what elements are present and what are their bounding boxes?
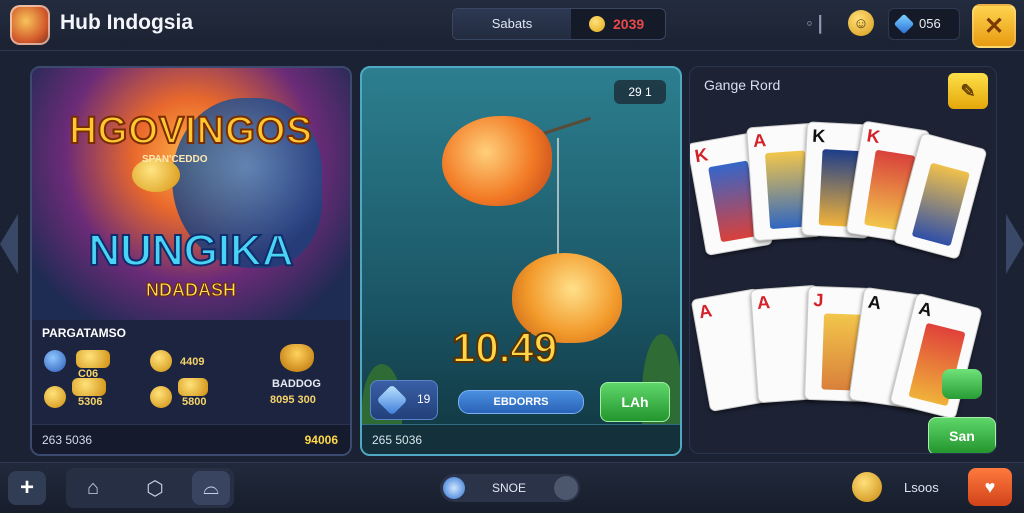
- shield-button-label: 19: [417, 392, 431, 406]
- slots-title-top: HGOVINGOS: [68, 109, 313, 153]
- card-face-art: [911, 162, 970, 247]
- shield-icon: [376, 384, 408, 416]
- edit-pin-icon[interactable]: ✎: [948, 73, 988, 109]
- blue-token-icon: [44, 350, 66, 372]
- gold-coin-icon: [150, 350, 172, 372]
- slots-footer-right: 94006: [304, 433, 338, 447]
- gold-coin-icon: [150, 386, 172, 408]
- fishing-game-card[interactable]: 29 1 10.49 19 EBDORRS LAh 265 5036: [360, 66, 682, 456]
- bottom-right-label: Lsoos: [904, 480, 939, 495]
- slots-subtitle-main: NDADASH: [146, 280, 237, 301]
- gem-balance[interactable]: 056: [888, 8, 960, 40]
- heart-button[interactable]: ♥: [968, 468, 1012, 506]
- reward-value: 5800: [182, 396, 207, 408]
- box-icon[interactable]: ⬡: [136, 471, 174, 505]
- card-game-title: Gange Rord: [704, 77, 781, 93]
- scroll-right-arrow[interactable]: [1006, 214, 1024, 274]
- fishing-badge: 29 1: [614, 80, 666, 104]
- rewards-section-label: PARGATAMSO: [42, 326, 126, 340]
- coin-balance-value: 2039: [613, 16, 645, 32]
- scroll-left-arrow[interactable]: [0, 214, 18, 274]
- slots-subtitle-top: SPAN'CEDDO: [142, 154, 208, 165]
- gold-bar-icon: [76, 350, 110, 368]
- close-button[interactable]: ✕: [972, 4, 1016, 48]
- reward-value: 8095 300: [270, 394, 316, 406]
- card-rank: K: [865, 125, 882, 148]
- toggle-knob-icon: [443, 477, 465, 499]
- pill-left-label[interactable]: Sabats: [453, 9, 571, 39]
- card-rank: J: [813, 290, 824, 311]
- shield-button[interactable]: 19: [370, 380, 438, 420]
- card-rank: A: [752, 130, 767, 152]
- home-icon[interactable]: ⌂: [74, 471, 112, 505]
- card-rank: A: [697, 300, 714, 323]
- coin-icon: [589, 16, 605, 32]
- smile-icon[interactable]: ☺: [848, 10, 874, 36]
- profile-smile-icon[interactable]: [852, 472, 882, 502]
- mode-toggle[interactable]: SNOE: [440, 474, 580, 502]
- gem-value: 056: [919, 16, 941, 31]
- card-rank: A: [756, 292, 771, 314]
- slots-game-card[interactable]: HGOVINGOS SPAN'CEDDO NUNGIKA NDADASH PAR…: [30, 66, 352, 456]
- top-bar: Hub Indogsia Sabats 2039 ◦❘ ☺ 056 ✕: [0, 0, 1024, 51]
- coin-balance: 2039: [573, 9, 665, 39]
- toggle-label: SNOE: [492, 481, 527, 495]
- card-rank: A: [916, 297, 935, 321]
- reward-value: 4409: [180, 356, 205, 368]
- center-action-button[interactable]: EBDORRS: [458, 390, 584, 414]
- slots-footer-left: 263 5036: [42, 433, 93, 447]
- gem-icon: [893, 13, 915, 35]
- slots-footer: 263 5036 94006: [32, 424, 350, 454]
- slots-title-main: NUNGIKA: [87, 225, 294, 276]
- gold-coin-icon: [44, 386, 66, 408]
- toggle-end-dot: [554, 476, 578, 500]
- fishing-line: [557, 138, 559, 268]
- plus-icon[interactable]: +: [8, 471, 46, 505]
- card-rank: K: [811, 125, 826, 147]
- play-button[interactable]: LAh: [600, 382, 670, 422]
- card-rank: A: [866, 291, 883, 314]
- gold-bar-icon: [72, 378, 106, 396]
- fishing-big-number: 10.49: [451, 323, 558, 372]
- balance-pill[interactable]: Sabats 2039: [452, 8, 666, 40]
- reward-value: BADDOG: [272, 378, 321, 390]
- app-title: Hub Indogsia: [60, 11, 193, 34]
- card-game-card[interactable]: Gange Rord ✎ K A K K A A J A A San: [689, 66, 997, 454]
- user-icon[interactable]: ⌓: [192, 471, 230, 505]
- chat-icon[interactable]: [942, 369, 982, 399]
- app-logo[interactable]: [10, 5, 50, 45]
- card-rank: K: [693, 144, 710, 167]
- treasure-pot-icon: [280, 344, 314, 372]
- fishing-footer: 265 5036: [362, 424, 680, 454]
- stats-icon[interactable]: ◦❘: [806, 12, 828, 34]
- fish-illustration: [442, 116, 552, 206]
- reward-value: 5306: [78, 396, 103, 408]
- card-action-button[interactable]: San: [928, 417, 996, 453]
- gold-bar-icon: [178, 378, 208, 396]
- fishing-footer-text: 265 5036: [372, 433, 423, 447]
